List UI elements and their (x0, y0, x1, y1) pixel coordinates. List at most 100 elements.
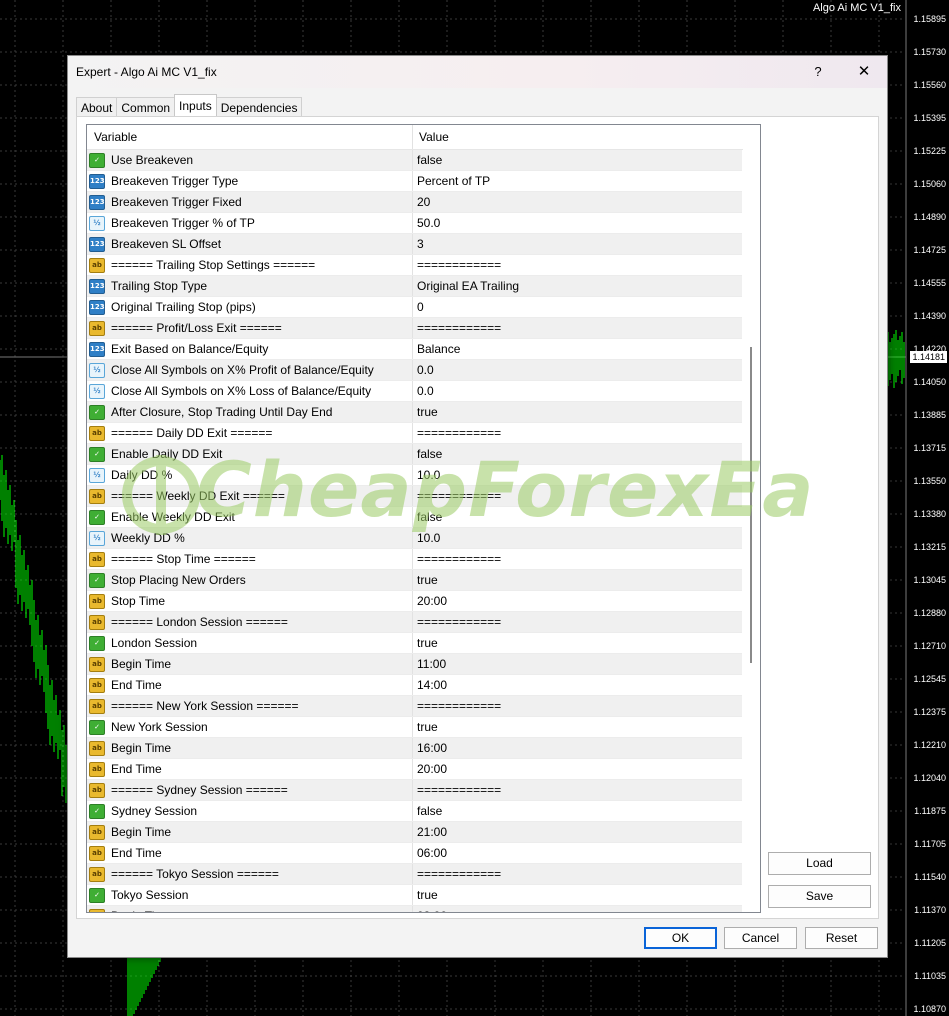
value-cell[interactable]: 10.0 (413, 465, 742, 485)
table-row[interactable]: ab ====== New York Session ====== ========… (87, 696, 742, 717)
value-cell[interactable]: false (413, 801, 742, 821)
value-cell[interactable]: 50.0 (413, 213, 742, 233)
table-row[interactable]: ✓ London Session true (87, 633, 742, 654)
table-row[interactable]: ✓ Use Breakeven false (87, 150, 742, 171)
table-row[interactable]: ab ====== Stop Time ====== ============ (87, 549, 742, 570)
value-cell[interactable]: 21:00 (413, 822, 742, 842)
dialog-titlebar[interactable]: Expert - Algo Ai MC V1_fix ? ✕ (68, 56, 887, 88)
variable-cell[interactable]: ab End Time (87, 675, 413, 695)
table-row[interactable]: ½ Breakeven Trigger % of TP 50.0 (87, 213, 742, 234)
variable-cell[interactable]: ab ====== Sydney Session ====== (87, 780, 413, 800)
table-row[interactable]: ab ====== Trailing Stop Settings ====== ==… (87, 255, 742, 276)
table-row[interactable]: 123 Trailing Stop Type Original EA Trailin… (87, 276, 742, 297)
table-row[interactable]: ab End Time 06:00 (87, 843, 742, 864)
table-row[interactable]: 123 Breakeven Trigger Fixed 20 (87, 192, 742, 213)
variable-cell[interactable]: ab ====== Tokyo Session ====== (87, 864, 413, 884)
table-row[interactable]: ab Begin Time 11:00 (87, 654, 742, 675)
table-row[interactable]: ✓ After Closure, Stop Trading Until Day E… (87, 402, 742, 423)
variable-cell[interactable]: ab ====== Daily DD Exit ====== (87, 423, 413, 443)
table-row[interactable]: ab Begin Time 03:00 (87, 906, 742, 912)
table-row[interactable]: ab ====== Daily DD Exit ====== ===========… (87, 423, 742, 444)
value-cell[interactable]: 0.0 (413, 360, 742, 380)
table-row[interactable]: ab ====== London Session ====== ==========… (87, 612, 742, 633)
table-row[interactable]: ✓ Enable Daily DD Exit false (87, 444, 742, 465)
value-cell[interactable]: true (413, 570, 742, 590)
table-row[interactable]: ab End Time 14:00 (87, 675, 742, 696)
cancel-button[interactable]: Cancel (724, 927, 797, 949)
table-row[interactable]: 123 Original Trailing Stop (pips) 0 (87, 297, 742, 318)
value-cell[interactable]: 14:00 (413, 675, 742, 695)
variable-cell[interactable]: 123 Breakeven Trigger Type (87, 171, 413, 191)
value-cell[interactable]: 11:00 (413, 654, 742, 674)
value-cell[interactable]: false (413, 507, 742, 527)
variable-cell[interactable]: ½ Breakeven Trigger % of TP (87, 213, 413, 233)
save-button[interactable]: Save (768, 885, 871, 908)
table-row[interactable]: ✓ Sydney Session false (87, 801, 742, 822)
variable-cell[interactable]: ab ====== Stop Time ====== (87, 549, 413, 569)
value-cell[interactable]: 20:00 (413, 759, 742, 779)
variable-cell[interactable]: ab Begin Time (87, 906, 413, 912)
variable-cell[interactable]: ab ====== London Session ====== (87, 612, 413, 632)
variable-cell[interactable]: ab Begin Time (87, 654, 413, 674)
table-row[interactable]: ½ Daily DD % 10.0 (87, 465, 742, 486)
value-cell[interactable]: 16:00 (413, 738, 742, 758)
variable-cell[interactable]: ✓ After Closure, Stop Trading Until Day E… (87, 402, 413, 422)
value-cell[interactable]: ============ (413, 318, 742, 338)
value-cell[interactable]: false (413, 150, 742, 170)
value-cell[interactable]: 0.0 (413, 381, 742, 401)
value-cell[interactable]: true (413, 717, 742, 737)
variable-cell[interactable]: ½ Weekly DD % (87, 528, 413, 548)
value-cell[interactable]: true (413, 633, 742, 653)
table-row[interactable]: ab ====== Profit/Loss Exit ====== ========… (87, 318, 742, 339)
load-button[interactable]: Load (768, 852, 871, 875)
variable-cell[interactable]: ½ Close All Symbols on X% Loss of Balance… (87, 381, 413, 401)
variable-cell[interactable]: ab ====== Profit/Loss Exit ====== (87, 318, 413, 338)
ok-button[interactable]: OK (644, 927, 717, 949)
table-row[interactable]: ✓ Stop Placing New Orders true (87, 570, 742, 591)
value-cell[interactable]: Balance (413, 339, 742, 359)
variable-cell[interactable]: ✓ Tokyo Session (87, 885, 413, 905)
value-cell[interactable]: 03:00 (413, 906, 742, 912)
variable-cell[interactable]: ✓ New York Session (87, 717, 413, 737)
variable-cell[interactable]: ab ====== Weekly DD Exit ====== (87, 486, 413, 506)
variable-cell[interactable]: ab End Time (87, 843, 413, 863)
table-row[interactable]: ab Begin Time 21:00 (87, 822, 742, 843)
variable-cell[interactable]: 123 Trailing Stop Type (87, 276, 413, 296)
column-header-value[interactable]: Value (413, 125, 760, 149)
value-cell[interactable]: ============ (413, 696, 742, 716)
tab-dependencies[interactable]: Dependencies (215, 97, 303, 118)
table-row[interactable]: 123 Breakeven SL Offset 3 (87, 234, 742, 255)
value-cell[interactable]: Original EA Trailing (413, 276, 742, 296)
variable-cell[interactable]: ✓ Enable Daily DD Exit (87, 444, 413, 464)
variable-cell[interactable]: 123 Breakeven SL Offset (87, 234, 413, 254)
table-row[interactable]: ab ====== Weekly DD Exit ====== ==========… (87, 486, 742, 507)
help-button[interactable]: ? (795, 56, 841, 88)
variable-cell[interactable]: ✓ Use Breakeven (87, 150, 413, 170)
variable-cell[interactable]: 123 Original Trailing Stop (pips) (87, 297, 413, 317)
reset-button[interactable]: Reset (805, 927, 878, 949)
value-cell[interactable]: ============ (413, 612, 742, 632)
variable-cell[interactable]: ✓ Stop Placing New Orders (87, 570, 413, 590)
value-cell[interactable]: ============ (413, 255, 742, 275)
tab-inputs[interactable]: Inputs (174, 94, 217, 118)
value-cell[interactable]: ============ (413, 864, 742, 884)
table-row[interactable]: ab ====== Tokyo Session ====== ===========… (87, 864, 742, 885)
variable-cell[interactable]: ½ Close All Symbols on X% Profit of Balan… (87, 360, 413, 380)
value-cell[interactable]: 20:00 (413, 591, 742, 611)
value-cell[interactable]: 3 (413, 234, 742, 254)
value-cell[interactable]: ============ (413, 549, 742, 569)
variable-cell[interactable]: ab End Time (87, 759, 413, 779)
table-row[interactable]: ½ Close All Symbols on X% Profit of Balan… (87, 360, 742, 381)
value-cell[interactable]: ============ (413, 780, 742, 800)
column-header-variable[interactable]: Variable (87, 125, 413, 149)
variable-cell[interactable]: ab ====== Trailing Stop Settings ====== (87, 255, 413, 275)
variable-cell[interactable]: ✓ Sydney Session (87, 801, 413, 821)
variable-cell[interactable]: 123 Breakeven Trigger Fixed (87, 192, 413, 212)
variable-cell[interactable]: ½ Daily DD % (87, 465, 413, 485)
variable-cell[interactable]: ab Begin Time (87, 738, 413, 758)
variable-cell[interactable]: ✓ London Session (87, 633, 413, 653)
variable-cell[interactable]: 123 Exit Based on Balance/Equity (87, 339, 413, 359)
value-cell[interactable]: 0 (413, 297, 742, 317)
table-row[interactable]: 123 Breakeven Trigger Type Percent of TP (87, 171, 742, 192)
variable-cell[interactable]: ab Begin Time (87, 822, 413, 842)
